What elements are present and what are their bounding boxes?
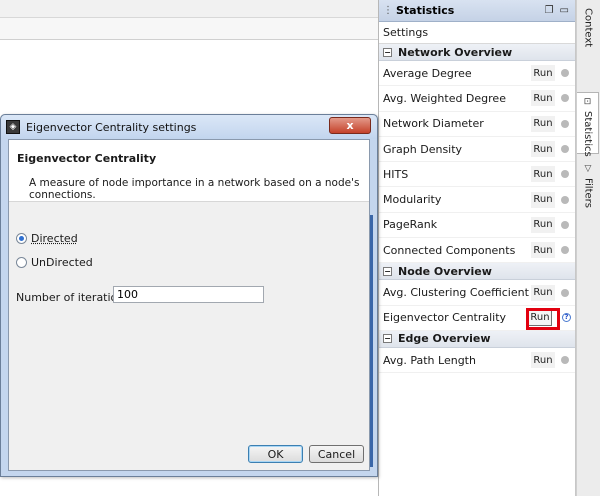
ok-button[interactable]: OK (248, 445, 303, 463)
statistics-panel-header: ⋮ Statistics ❐ ▭ (379, 0, 575, 22)
status-dot-icon (561, 195, 569, 204)
stat-row-eigenvector-centrality: Eigenvector Centrality Run ? (379, 306, 575, 331)
status-dot-icon (561, 94, 569, 103)
run-graph-density-button[interactable]: Run (531, 141, 555, 158)
tab-statistics[interactable]: ⊡ Statistics (577, 92, 599, 157)
collapse-toggle-icon[interactable]: − (383, 334, 392, 344)
main-tab-strip (0, 18, 378, 40)
collapse-toggle-icon[interactable]: − (383, 266, 392, 276)
cancel-button[interactable]: Cancel (309, 445, 364, 463)
run-avg-weighted-degree-button[interactable]: Run (531, 90, 555, 107)
run-network-diameter-button[interactable]: Run (531, 115, 555, 132)
section-title: Node Overview (398, 264, 492, 278)
stat-label: Graph Density (383, 142, 463, 156)
stat-row-avg-clustering-coefficient: Avg. Clustering Coefficient Run (379, 280, 575, 306)
status-dot-icon (561, 220, 569, 229)
status-dot-icon (561, 288, 569, 297)
stat-label: PageRank (383, 218, 438, 232)
stat-label: Avg. Weighted Degree (383, 91, 506, 105)
focus-edge (370, 215, 373, 467)
stat-row-pagerank: PageRank Run (379, 213, 575, 239)
section-title: Network Overview (398, 45, 513, 59)
section-node-overview[interactable]: − Node Overview (379, 263, 575, 281)
tab-label: Filters (582, 178, 594, 208)
run-avg-clustering-coefficient-button[interactable]: Run (531, 284, 555, 301)
status-dot-icon (561, 69, 569, 78)
dialog-title: Eigenvector Centrality settings (26, 120, 197, 134)
run-pagerank-button[interactable]: Run (531, 216, 555, 233)
stat-label: Network Diameter (383, 117, 484, 131)
status-dot-icon (561, 170, 569, 179)
settings-link[interactable]: Settings (379, 22, 575, 44)
tab-label: Context (582, 8, 594, 48)
stat-row-connected-components: Connected Components Run (379, 238, 575, 264)
section-title: Edge Overview (398, 332, 491, 346)
filter-icon: ▽ (584, 164, 592, 174)
dialog-header-title: Eigenvector Centrality (17, 152, 157, 165)
restore-window-icon[interactable]: ❐ (545, 5, 554, 16)
stat-label: Avg. Clustering Coefficient (383, 286, 529, 300)
radio-button-icon[interactable] (16, 233, 27, 244)
main-toolbar (0, 0, 378, 18)
statistics-icon: ⊡ (583, 97, 592, 107)
radio-label: UnDirected (31, 256, 93, 269)
run-hits-button[interactable]: Run (531, 166, 555, 183)
eigenvector-settings-dialog: ◈ Eigenvector Centrality settings x Eige… (0, 114, 378, 477)
iterations-input[interactable] (113, 286, 264, 303)
stat-row-average-degree: Average Degree Run (379, 61, 575, 87)
stat-row-modularity: Modularity Run (379, 187, 575, 213)
status-dot-icon (561, 119, 569, 128)
drag-grip-icon[interactable]: ⋮ (383, 5, 393, 16)
stat-row-hits: HITS Run (379, 162, 575, 188)
radio-directed[interactable]: Directed (16, 232, 78, 245)
side-tab-strip: Context ⊡ Statistics ▽ Filters (576, 0, 600, 496)
dialog-description: A measure of node importance in a networ… (29, 177, 360, 201)
dialog-title-bar[interactable]: ◈ Eigenvector Centrality settings x (1, 115, 377, 139)
radio-undirected[interactable]: UnDirected (16, 256, 93, 269)
app-icon: ◈ (6, 120, 20, 134)
highlight-box (526, 307, 560, 330)
statistics-panel-title: Statistics (396, 4, 455, 17)
tab-context[interactable]: Context (577, 4, 599, 62)
stat-label: Average Degree (383, 66, 472, 80)
stat-row-avg-path-length: Avg. Path Length Run (379, 348, 575, 374)
tab-label: Statistics (582, 111, 593, 157)
minimize-panel-icon[interactable]: ▭ (560, 5, 569, 16)
stat-row-graph-density: Graph Density Run (379, 137, 575, 163)
stat-label: Avg. Path Length (383, 353, 476, 367)
run-connected-components-button[interactable]: Run (531, 242, 555, 259)
section-network-overview[interactable]: − Network Overview (379, 44, 575, 61)
radio-label: Directed (31, 232, 78, 245)
help-icon[interactable]: ? (562, 313, 571, 323)
close-dialog-button[interactable]: x (329, 116, 371, 134)
tab-filters[interactable]: ▽ Filters (577, 160, 599, 208)
section-edge-overview[interactable]: − Edge Overview (379, 330, 575, 348)
collapse-toggle-icon[interactable]: − (383, 47, 392, 57)
run-avg-path-length-button[interactable]: Run (531, 352, 555, 369)
statistics-panel: ⋮ Statistics ❐ ▭ Settings − Network Over… (378, 0, 576, 496)
radio-button-icon[interactable] (16, 257, 27, 268)
stat-label: Connected Components (383, 243, 516, 257)
stat-label: Modularity (383, 193, 442, 207)
status-dot-icon (561, 145, 569, 154)
stat-row-avg-weighted-degree: Avg. Weighted Degree Run (379, 86, 575, 112)
stat-label: Eigenvector Centrality (383, 311, 507, 325)
status-dot-icon (561, 356, 569, 365)
run-average-degree-button[interactable]: Run (531, 65, 555, 82)
run-modularity-button[interactable]: Run (531, 191, 555, 208)
dialog-header: Eigenvector Centrality A measure of node… (9, 140, 369, 202)
stat-row-network-diameter: Network Diameter Run (379, 112, 575, 137)
stat-label: HITS (383, 167, 409, 181)
status-dot-icon (561, 246, 569, 255)
dialog-body: Eigenvector Centrality A measure of node… (8, 139, 370, 471)
